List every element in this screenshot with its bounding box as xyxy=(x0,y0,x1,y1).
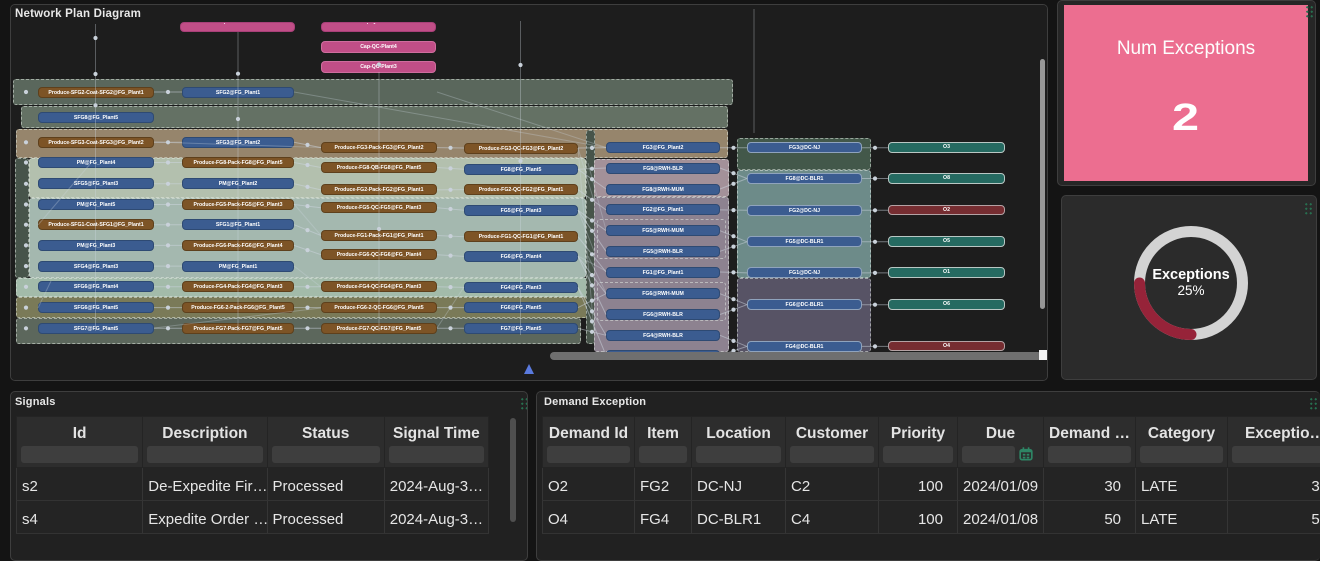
svg-text:25%: 25% xyxy=(1177,283,1204,298)
svg-text:Exceptions: Exceptions xyxy=(1152,267,1229,283)
